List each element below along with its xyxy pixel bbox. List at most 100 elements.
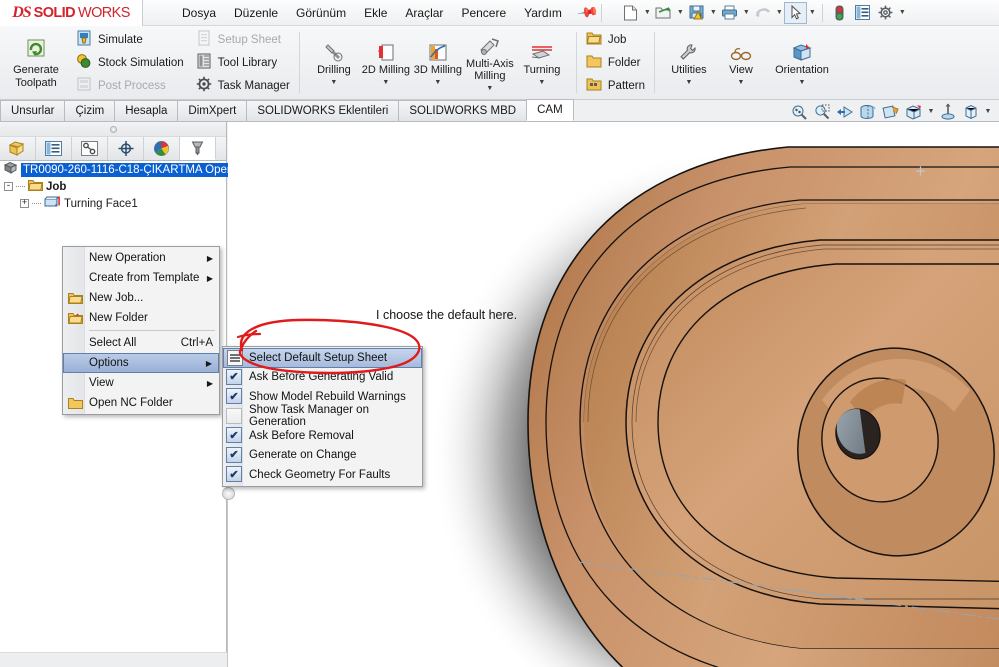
milling-2d-dropdown[interactable]: ▼ [382,79,389,86]
tree-expander-job[interactable]: - [4,182,13,191]
new-document-icon[interactable] [619,2,642,24]
tree-node-job[interactable]: - Job [0,178,226,195]
view-settings-dropdown[interactable]: ▼ [983,108,993,115]
menu-item-select-all[interactable]: Select All Ctrl+A [63,333,219,353]
cam-tree-icon[interactable] [180,137,216,160]
view-orientation-icon[interactable] [880,102,902,121]
multi-axis-milling-dropdown[interactable]: ▼ [486,85,493,92]
menu-item-view[interactable]: View ▶ [63,373,219,393]
tree-expander-turning-face[interactable]: + [20,199,29,208]
checkbox-check-geometry-for-faults[interactable]: ✔ [226,466,242,482]
drilling-dropdown[interactable]: ▼ [330,79,337,86]
view-button[interactable]: View ▼ [715,40,767,86]
new-document-dropdown[interactable]: ▼ [642,9,652,16]
task-manager-button[interactable]: Task Manager [193,76,293,96]
turning-dropdown[interactable]: ▼ [538,79,545,86]
panel-grip[interactable] [0,122,226,137]
tab-dimxpert[interactable]: DimXpert [177,100,248,121]
checkbox-show-model-rebuild-warnings[interactable]: ✔ [226,388,242,404]
property-manager-icon[interactable] [36,137,72,160]
display-manager-icon[interactable] [108,137,144,160]
checkbox-ask-before-removal[interactable]: ✔ [226,427,242,443]
previous-view-icon[interactable] [834,102,856,121]
milling-2d-button[interactable]: 2D Milling ▼ [360,40,412,86]
pattern-button[interactable]: Pattern [583,76,648,96]
menu-item-create-from-template[interactable]: Create from Template ▶ [63,268,219,288]
menu-araclar[interactable]: Araçlar [396,2,452,24]
context-menu[interactable]: New Operation ▶ Create from Template ▶ N… [62,246,220,415]
select-cursor-icon[interactable] [784,1,808,24]
submenu-item-select-default-setup-sheet[interactable]: Select Default Setup Sheet [223,348,422,368]
checkbox-show-task-manager-on-generation[interactable] [226,407,242,424]
settings-gear-icon[interactable] [874,2,897,24]
tool-library-button[interactable]: Tool Library [193,53,293,73]
job-button[interactable]: Job [583,30,648,50]
configuration-manager-icon[interactable] [72,137,108,160]
menu-pencere[interactable]: Pencere [452,2,515,24]
tree-root-node[interactable]: TR0090-260-1116-C18-ÇIKARTMA Operation [0,161,258,178]
menu-item-new-operation[interactable]: New Operation ▶ [63,248,219,268]
feature-manager-icon[interactable] [0,137,36,160]
tab-solidworks-eklentileri[interactable]: SOLIDWORKS Eklentileri [246,100,400,121]
menu-gorunum[interactable]: Görünüm [287,2,355,24]
save-warning-icon[interactable]: ! [685,2,708,24]
print-dropdown[interactable]: ▼ [741,9,751,16]
settings-dropdown[interactable]: ▼ [897,9,907,16]
menu-item-new-folder[interactable]: New Folder [63,308,219,328]
tab-cizim[interactable]: Çizim [64,100,116,121]
milling-3d-button[interactable]: 3D Milling ▼ [412,40,464,86]
display-style-dropdown[interactable]: ▼ [926,108,936,115]
options-list-icon[interactable] [851,2,874,24]
save-dropdown[interactable]: ▼ [708,9,718,16]
submenu-item-check-geometry-for-faults[interactable]: ✔ Check Geometry For Faults [223,465,422,485]
orientation-button[interactable]: Orientation ▼ [767,40,837,86]
tab-solidworks-mbd[interactable]: SOLIDWORKS MBD [398,100,528,121]
submenu-item-show-task-manager-on-generation[interactable]: Show Task Manager on Generation [223,404,422,428]
tab-hesapla[interactable]: Hesapla [114,100,179,121]
tab-unsurlar[interactable]: Unsurlar [0,100,66,121]
pushpin-icon[interactable]: 📌 [576,1,599,25]
panel-grip-dot[interactable] [109,125,117,133]
open-dropdown[interactable]: ▼ [675,9,685,16]
section-view-icon[interactable] [857,102,879,121]
undo-icon[interactable] [751,2,774,24]
menu-dosya[interactable]: Dosya [173,2,225,24]
menu-duzenle[interactable]: Düzenle [225,2,287,24]
menu-ekle[interactable]: Ekle [355,2,396,24]
undo-dropdown[interactable]: ▼ [774,9,784,16]
menu-item-new-job[interactable]: New Job... [63,288,219,308]
tree-node-turning-face[interactable]: + Turning Face1 [0,195,226,212]
print-icon[interactable] [718,2,741,24]
open-folder-icon[interactable] [652,2,675,24]
utilities-button[interactable]: Utilities ▼ [663,40,715,86]
multi-axis-milling-button[interactable]: Multi-Axis Milling ▼ [464,34,516,92]
submenu-item-generate-on-change[interactable]: ✔ Generate on Change [223,446,422,466]
traffic-light-icon[interactable] [828,2,851,24]
appearances-icon[interactable] [144,137,180,160]
menu-item-open-nc-folder[interactable]: Open NC Folder [63,393,219,413]
stock-simulation-button[interactable]: Stock Simulation [73,53,187,73]
view-settings-icon[interactable] [960,102,982,121]
drilling-button[interactable]: Drilling ▼ [308,40,360,86]
select-dropdown[interactable]: ▼ [807,9,817,16]
menu-yardim[interactable]: Yardım [515,2,571,24]
options-submenu[interactable]: Select Default Setup Sheet ✔ Ask Before … [222,346,423,487]
milling-3d-dropdown[interactable]: ▼ [434,79,441,86]
view-dropdown[interactable]: ▼ [738,79,745,86]
simulate-button[interactable]: Simulate [73,30,187,50]
folder-button[interactable]: Folder [583,53,648,73]
orientation-dropdown[interactable]: ▼ [799,79,806,86]
checkbox-generate-on-change[interactable]: ✔ [226,446,242,463]
checkbox-ask-before-generating-valid[interactable]: ✔ [226,368,242,385]
utilities-dropdown[interactable]: ▼ [686,79,693,86]
turning-button[interactable]: Turning ▼ [516,40,568,86]
display-style-icon[interactable] [903,102,925,121]
apply-scene-icon[interactable] [937,102,959,121]
panel-splitter-handle[interactable] [222,487,235,500]
zoom-to-area-icon[interactable] [811,102,833,121]
tab-cam[interactable]: CAM [526,99,574,121]
menu-item-options[interactable]: Options ▶ [63,353,219,373]
submenu-item-ask-before-generating-valid[interactable]: ✔ Ask Before Generating Valid [223,368,422,388]
generate-toolpath-button[interactable]: Generate Toolpath [7,36,65,89]
submenu-item-ask-before-removal[interactable]: ✔ Ask Before Removal [223,426,422,446]
